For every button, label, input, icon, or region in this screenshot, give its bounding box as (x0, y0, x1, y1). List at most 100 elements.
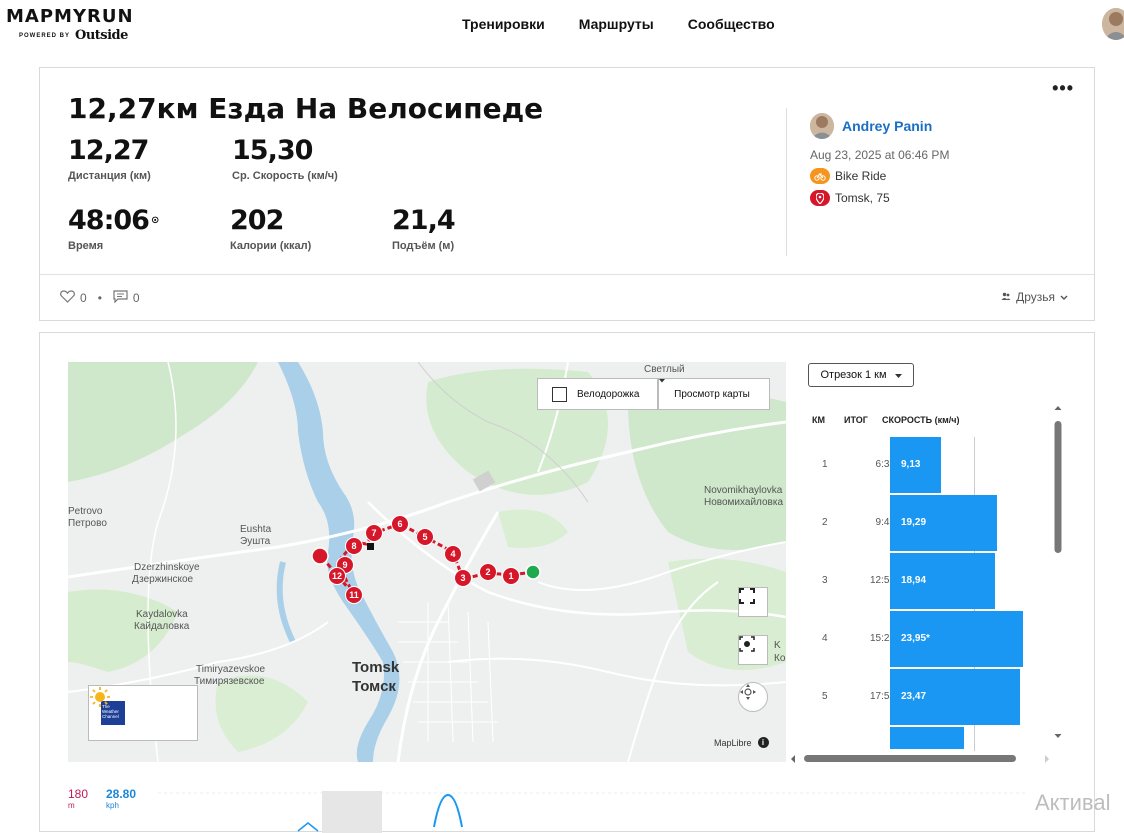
km-marker-6[interactable]: 6 (391, 515, 409, 533)
user-avatar[interactable] (810, 113, 834, 139)
map-label-kaydalovka-en: Kaydalovka (136, 609, 188, 620)
split-row[interactable]: 3 12:52 18,94 (810, 553, 1050, 611)
social-bar: 0 • 0 (60, 290, 140, 306)
comment-icon[interactable] (113, 290, 128, 306)
workout-summary-card: ••• 12,27км Езда На Велосипеде 12,27 Дис… (39, 67, 1095, 321)
km-marker-2[interactable]: 2 (479, 563, 497, 581)
split-speed-bar: 19,29 (890, 495, 997, 551)
like-icon[interactable] (60, 290, 75, 306)
km-marker-11[interactable]: 11 (345, 586, 363, 604)
km-marker-1[interactable]: 1 (502, 567, 520, 585)
time-info-icon[interactable]: ⊙ (151, 215, 159, 226)
km-marker-7[interactable]: 7 (365, 524, 383, 542)
more-options-button[interactable]: ••• (1052, 78, 1074, 99)
split-speed-label: 23,47 (901, 691, 927, 702)
social-divider (40, 274, 1094, 275)
split-km: 1 (822, 459, 828, 470)
split-row[interactable]: 2 9:41 19,29 (810, 495, 1050, 553)
map-label-tomsk-en: Tomsk (352, 659, 400, 676)
stat-elevation: 21,4 Подъём (м) (392, 205, 456, 253)
splits-vertical-scrollbar[interactable] (1054, 405, 1062, 739)
user-info: Andrey Panin Aug 23, 2025 at 06:46 PM Bi… (810, 113, 949, 206)
split-km: 3 (822, 575, 828, 586)
route-map[interactable]: Светлый Novomikhaylovka Новомихайловка P… (68, 362, 786, 762)
user-name-link[interactable]: Andrey Panin (842, 118, 932, 134)
km-marker-4[interactable]: 4 (444, 545, 462, 563)
nav-community[interactable]: Сообщество (688, 16, 775, 32)
split-speed-bar: 23,95* (890, 611, 1023, 667)
map-label-dzerzhinskoye-ru: Дзержинское (132, 574, 194, 585)
nav-workouts[interactable]: Тренировки (462, 16, 545, 32)
main-nav: Тренировки Маршруты Сообщество (462, 16, 775, 32)
workout-date: Aug 23, 2025 at 06:46 PM (810, 148, 950, 162)
split-total-time: 6:35 (875, 459, 895, 470)
stat-elevation-value: 21,4 (392, 205, 456, 236)
map-label-timiryazevskoe-ru: Тимирязевское (194, 676, 265, 687)
bike-icon (810, 168, 830, 184)
bike-lane-checkbox[interactable] (552, 386, 567, 402)
header-user-avatar[interactable] (1102, 8, 1124, 40)
split-speed-label: 23,95* (901, 633, 930, 644)
splits-horizontal-scrollbar[interactable] (790, 751, 1050, 763)
map-view-select[interactable]: Просмотр карты (658, 378, 770, 410)
km-marker-8[interactable]: 8 (345, 537, 363, 555)
bike-lane-toggle[interactable]: Велодорожка (537, 378, 658, 410)
info-icon[interactable]: i (757, 737, 769, 748)
location-label: Tomsk, 75 (835, 191, 890, 205)
split-km: 2 (822, 517, 828, 528)
map-view-label: Просмотр карты (674, 388, 750, 400)
map-label-timiryazevskoe-en: Timiryazevskoe (196, 664, 266, 675)
split-speed-bar: 18,94 (890, 553, 995, 609)
split-length-label: Отрезок 1 км (820, 369, 887, 381)
split-row[interactable]: 1 6:35 9,13 (810, 437, 1050, 495)
mapmyrun-logo[interactable]: MAPMYRUN POWERED BY Outside (6, 6, 134, 43)
graph-canvas (158, 791, 1028, 833)
summary-divider (786, 108, 787, 256)
elevation-speed-graph[interactable]: 180 m 28.80 kph (68, 783, 1068, 833)
recenter-button[interactable] (738, 635, 768, 665)
stat-distance: 12,27 Дистанция (км) (68, 135, 151, 183)
bike-lane-label: Велодорожка (577, 388, 640, 400)
comment-count: 0 (132, 291, 140, 305)
split-total-time: 17:55 (869, 691, 895, 702)
map-label-tomsk-ru: Томск (352, 678, 396, 695)
stat-distance-value: 12,27 (68, 135, 149, 166)
km-marker-3[interactable]: 3 (454, 569, 472, 587)
split-speed-label: 9,13 (901, 459, 921, 470)
km-marker-12[interactable]: 12 (328, 567, 346, 585)
fullscreen-button[interactable] (738, 587, 768, 617)
weather-widget[interactable]: The Weather Channel (88, 685, 198, 741)
split-length-select[interactable]: Отрезок 1 км (808, 363, 914, 387)
map-label-eushta-ru: Эушта (240, 536, 271, 547)
logo-outside: Outside (75, 28, 128, 43)
top-header: MAPMYRUN POWERED BY Outside Тренировки М… (0, 0, 1124, 50)
split-km: 5 (822, 691, 828, 702)
map-label-dzerzhinskoye-en: Dzerzhinskoye (134, 562, 200, 573)
map-label-edge-k: K (774, 640, 781, 651)
map-label-svetly: Светлый (644, 364, 685, 375)
chevron-down-icon (1060, 290, 1068, 304)
map-attribution: MapLibre i (714, 737, 769, 748)
privacy-dropdown[interactable]: Друзья (1001, 290, 1068, 304)
split-km: 4 (822, 633, 828, 644)
nav-routes[interactable]: Маршруты (579, 16, 654, 32)
stat-avg-speed: 15,30 Ср. Скорость (км/ч) (232, 136, 338, 183)
map-label-novomikhaylovka-en: Novomikhaylovka (704, 485, 783, 496)
logo-powered-by: POWERED BY (19, 32, 71, 39)
map-label-eushta-en: Eushta (240, 524, 272, 535)
split-row[interactable]: 5 17:55 23,47 (810, 669, 1050, 727)
compass-button[interactable] (738, 682, 768, 712)
split-speed-bar: 23,47 (890, 669, 1020, 725)
km-marker-5[interactable]: 5 (416, 528, 434, 546)
user-row: Andrey Panin (810, 113, 949, 139)
stat-time-label: Время (68, 240, 104, 252)
route-card: Светлый Novomikhaylovka Новомихайловка P… (39, 332, 1095, 833)
friends-icon (1001, 290, 1011, 304)
map-label-novomikhaylovka-ru: Новомихайловка (704, 497, 784, 508)
split-row[interactable]: 4 15:22 23,95* (810, 611, 1050, 669)
map-label-petrovo-en: Petrovo (68, 506, 103, 517)
stat-distance-label: Дистанция (км) (68, 170, 151, 182)
stat-time: 48:06 ⊙ Время (68, 206, 159, 253)
splits-header-speed: СКОРОСТЬ (км/ч) (882, 415, 960, 425)
maplibre-label[interactable]: MapLibre (714, 738, 752, 748)
